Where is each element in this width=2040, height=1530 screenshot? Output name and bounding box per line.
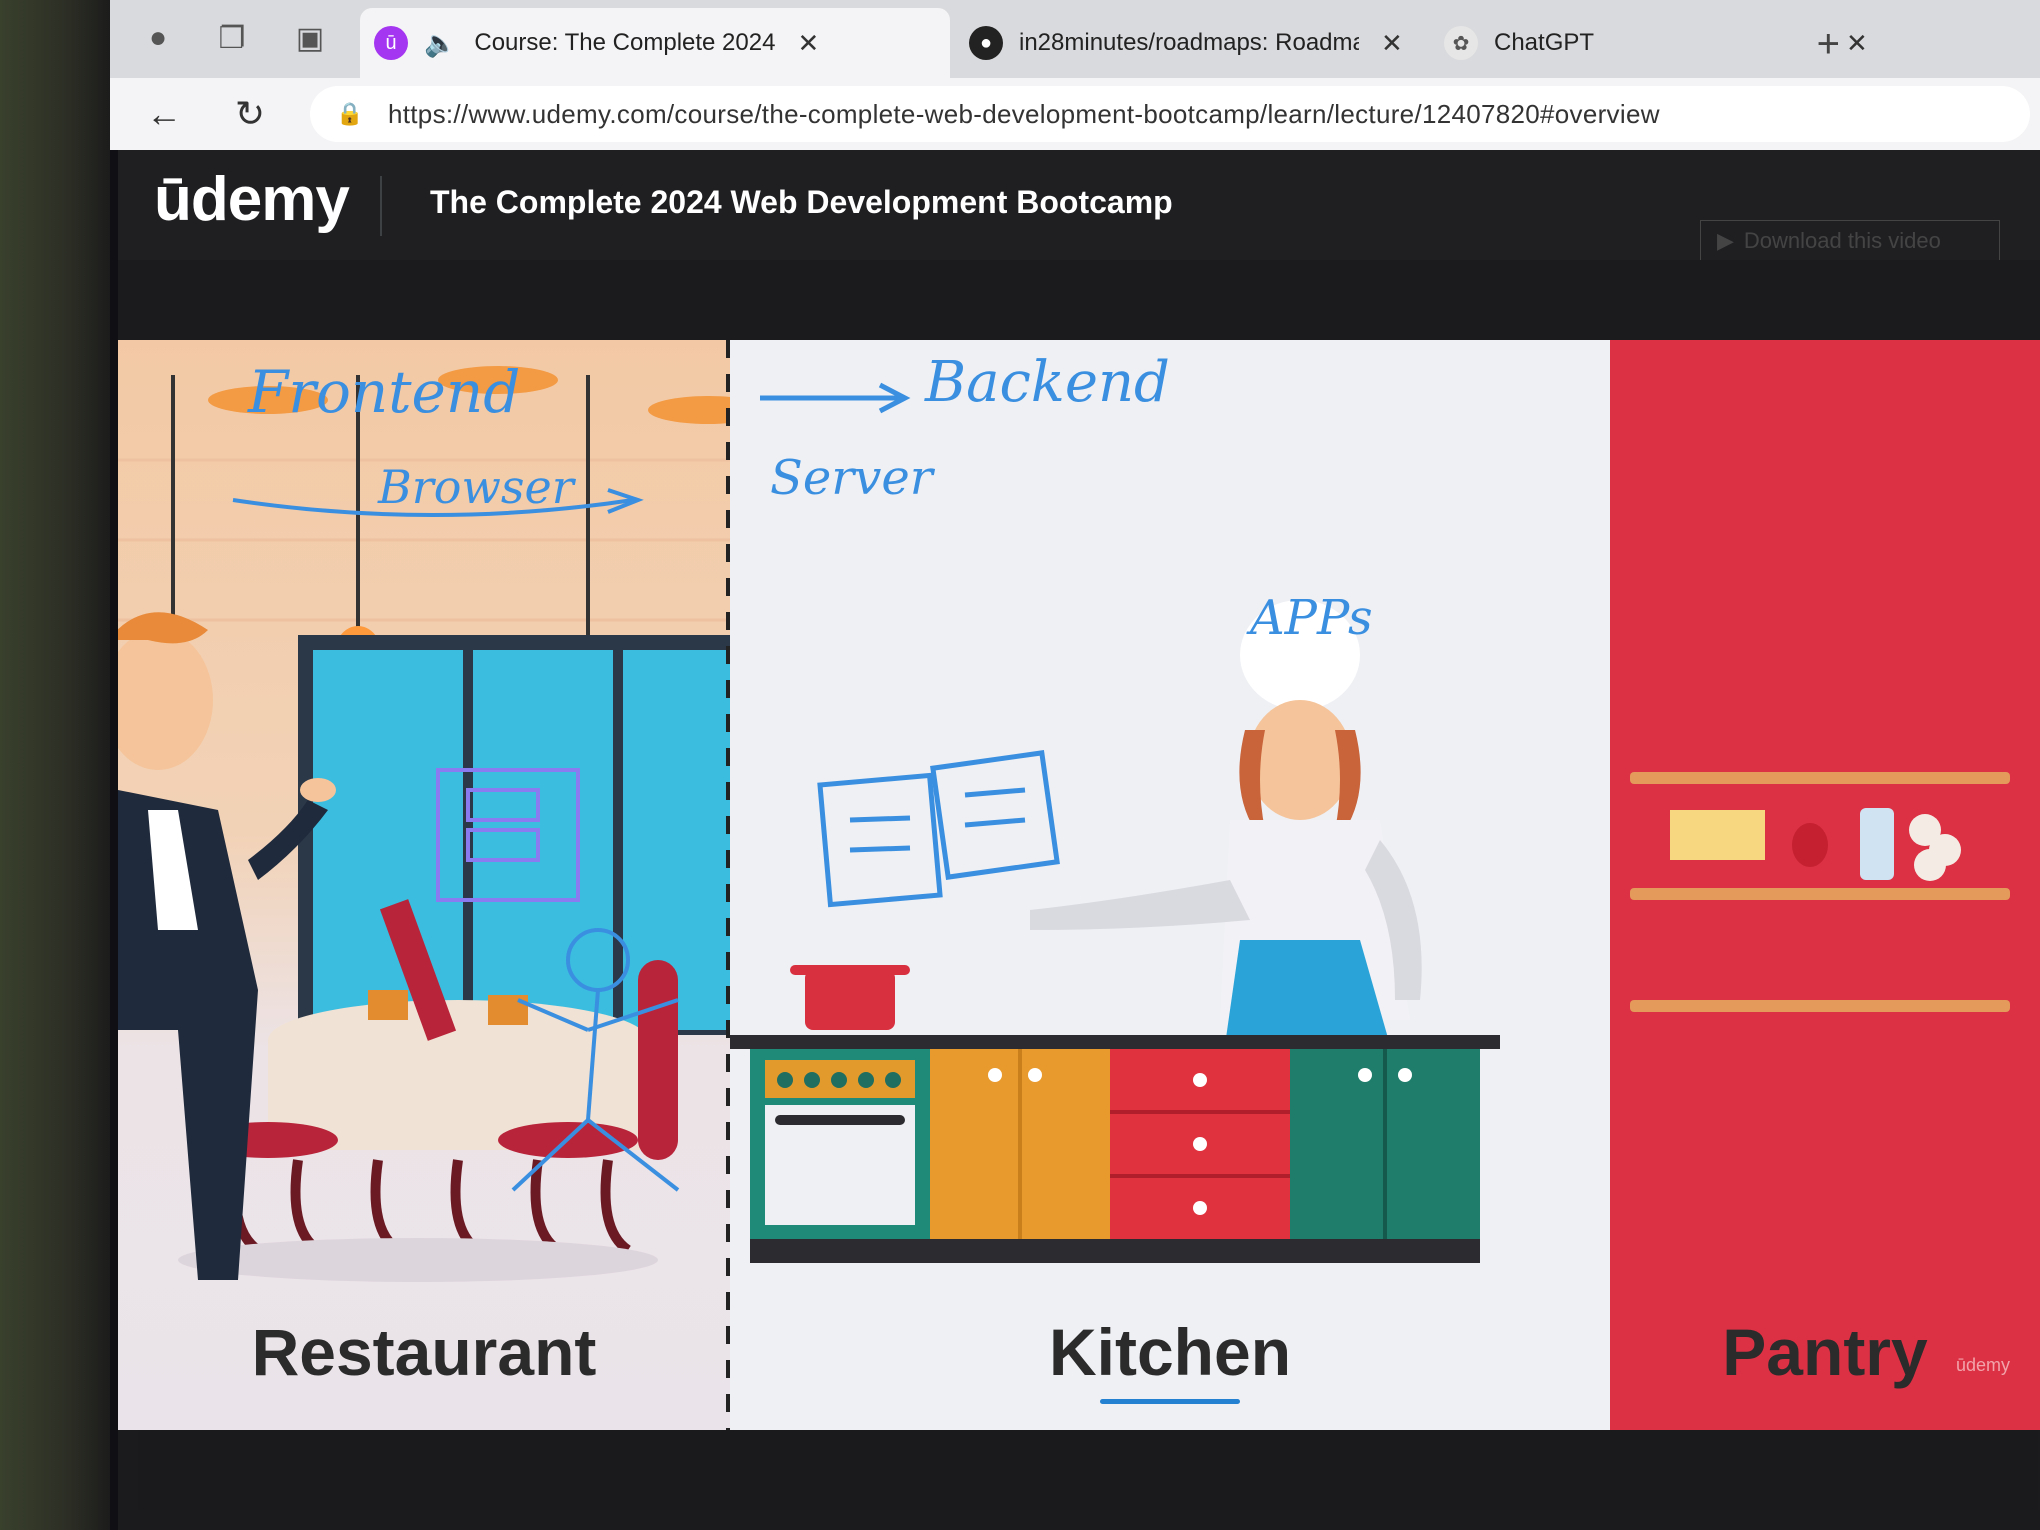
udemy-watermark: ūdemy <box>1955 1355 2010 1375</box>
pantry-label: Pantry <box>1722 1315 1928 1389</box>
player-controls-bar[interactable] <box>138 1430 2038 1510</box>
workspaces-icon[interactable]: ❐ <box>212 18 252 58</box>
frontend-annotation: Frontend <box>248 358 521 426</box>
url-text: https://www.udemy.com/course/the-complet… <box>388 98 1660 129</box>
tab-title: ChatGPT <box>1494 29 1595 56</box>
speaker-icon[interactable]: 🔈 <box>424 28 456 59</box>
github-icon: ● <box>969 26 1003 60</box>
refresh-icon[interactable]: ↻ <box>226 90 274 138</box>
apps-annotation: APPs <box>1250 590 1373 646</box>
tab-title: in28minutes/roadmaps: Roadma <box>1019 29 1359 56</box>
pantry-panel: Pantry ūdemy <box>1610 340 2040 1430</box>
profile-icon[interactable]: ● <box>138 18 178 58</box>
udemy-favicon-icon: ū <box>374 26 408 60</box>
new-tab-button[interactable]: + <box>1817 22 1840 67</box>
tab-bar: ● ❐ ▣ ū 🔈 Course: The Complete 2024 ✕ ● … <box>110 0 2040 82</box>
monitor-bezel <box>0 0 115 1530</box>
close-tab-icon[interactable]: ✕ <box>1846 28 1868 59</box>
browser-annotation: Browser <box>378 460 574 514</box>
tab-udemy-course[interactable]: ū 🔈 Course: The Complete 2024 ✕ <box>360 8 950 78</box>
tab-title: Course: The Complete 2024 <box>474 29 776 56</box>
tab-actions-icon[interactable]: ▣ <box>290 18 330 58</box>
back-arrow-icon[interactable]: ← <box>140 90 188 138</box>
address-row: ← ↻ 🔒 https://www.udemy.com/course/the-c… <box>110 78 2040 150</box>
server-annotation: Server <box>770 450 933 506</box>
address-bar[interactable]: 🔒 https://www.udemy.com/course/the-compl… <box>310 86 2030 142</box>
udemy-header: ūdemy The Complete 2024 Web Development … <box>118 150 2040 262</box>
play-icon: ▶ <box>1717 228 1734 253</box>
close-tab-icon[interactable]: ✕ <box>1381 28 1403 59</box>
browser-window: ● ❐ ▣ ū 🔈 Course: The Complete 2024 ✕ ● … <box>110 0 2040 1530</box>
udemy-logo[interactable]: ūdemy <box>154 164 350 235</box>
restaurant-label: Restaurant <box>251 1315 597 1389</box>
course-title[interactable]: The Complete 2024 Web Development Bootca… <box>430 184 1173 221</box>
pantry-illustration <box>1630 772 2010 1012</box>
close-tab-icon[interactable]: ✕ <box>797 28 819 59</box>
kitchen-panel: Backend Server APPs Kitchen <box>730 340 1610 1430</box>
lock-icon[interactable]: 🔒 <box>336 101 363 127</box>
tab-chatgpt[interactable]: ✿ ChatGPT ✕ <box>1430 8 1870 78</box>
header-divider <box>380 176 382 236</box>
kitchen-label: Kitchen <box>730 1314 1610 1390</box>
chatgpt-icon: ✿ <box>1444 26 1478 60</box>
backend-annotation: Backend <box>925 350 1170 415</box>
tab-github-roadmaps[interactable]: ● in28minutes/roadmaps: Roadma ✕ <box>955 8 1425 78</box>
restaurant-panel: Frontend Browser Restaurant <box>118 340 730 1430</box>
download-video-button[interactable]: ▶ Download this video <box>1700 220 2000 262</box>
